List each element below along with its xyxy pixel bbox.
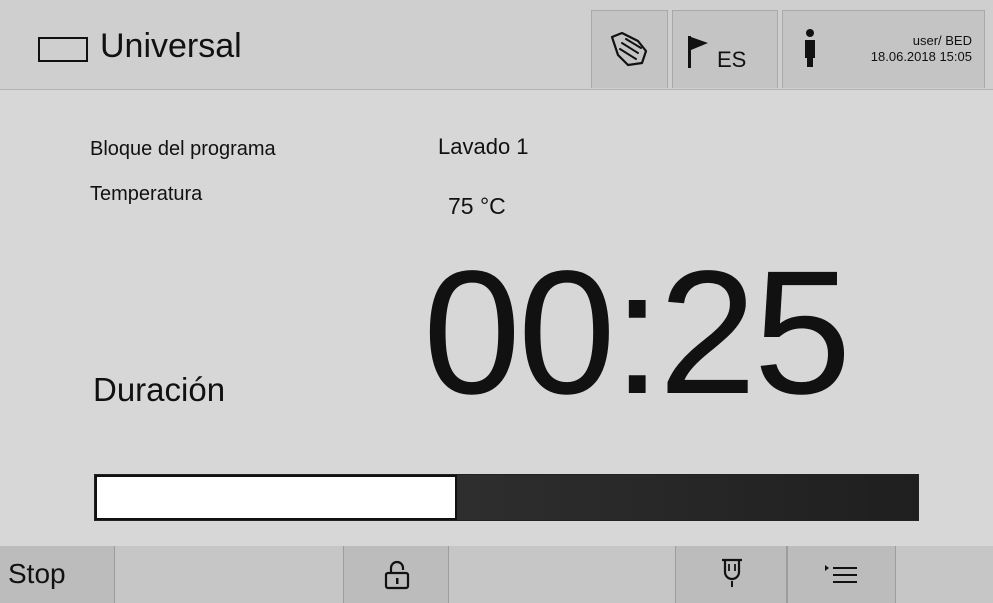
menu-list-icon (825, 565, 857, 583)
spray-arm-icon (722, 558, 742, 587)
user-label: user/ BED (912, 33, 972, 48)
duration-timer: 00:25 (423, 235, 851, 431)
spray-arm-button[interactable] (675, 546, 787, 603)
manual-hand-button[interactable] (591, 10, 668, 88)
temperature-value: 75 °C (448, 193, 506, 219)
footer-bar: Stop (0, 546, 993, 603)
user-info-button[interactable]: user/ BED 18.06.2018 15:05 (782, 10, 985, 88)
progress-fill (95, 475, 458, 520)
hand-icon (610, 31, 648, 67)
menu-button[interactable] (787, 546, 896, 603)
info-icon (805, 29, 815, 67)
program-block-value: Lavado 1 (438, 134, 529, 159)
program-rect-icon (38, 36, 88, 62)
stop-button[interactable]: Stop (0, 546, 115, 603)
user-datetime: user/ BED 18.06.2018 15:05 (871, 33, 972, 65)
temperature-label: Temperatura (90, 183, 203, 205)
language-code: ES (717, 47, 747, 72)
program-block-label: Bloque del programa (90, 138, 276, 160)
lock-icon (384, 560, 410, 590)
duration-label: Duración (93, 371, 226, 408)
program-title: Universal (38, 26, 242, 66)
language-button[interactable]: ES (672, 10, 778, 88)
datetime-label: 18.06.2018 15:05 (870, 49, 972, 64)
stop-label: Stop (8, 558, 66, 589)
flag-icon (688, 36, 708, 68)
header-bar: Universal ES user/ BED 18.06.2018 15:05 (0, 0, 993, 90)
program-name: Universal (100, 27, 242, 65)
lock-button[interactable] (343, 546, 449, 603)
progress-bar (94, 474, 919, 521)
